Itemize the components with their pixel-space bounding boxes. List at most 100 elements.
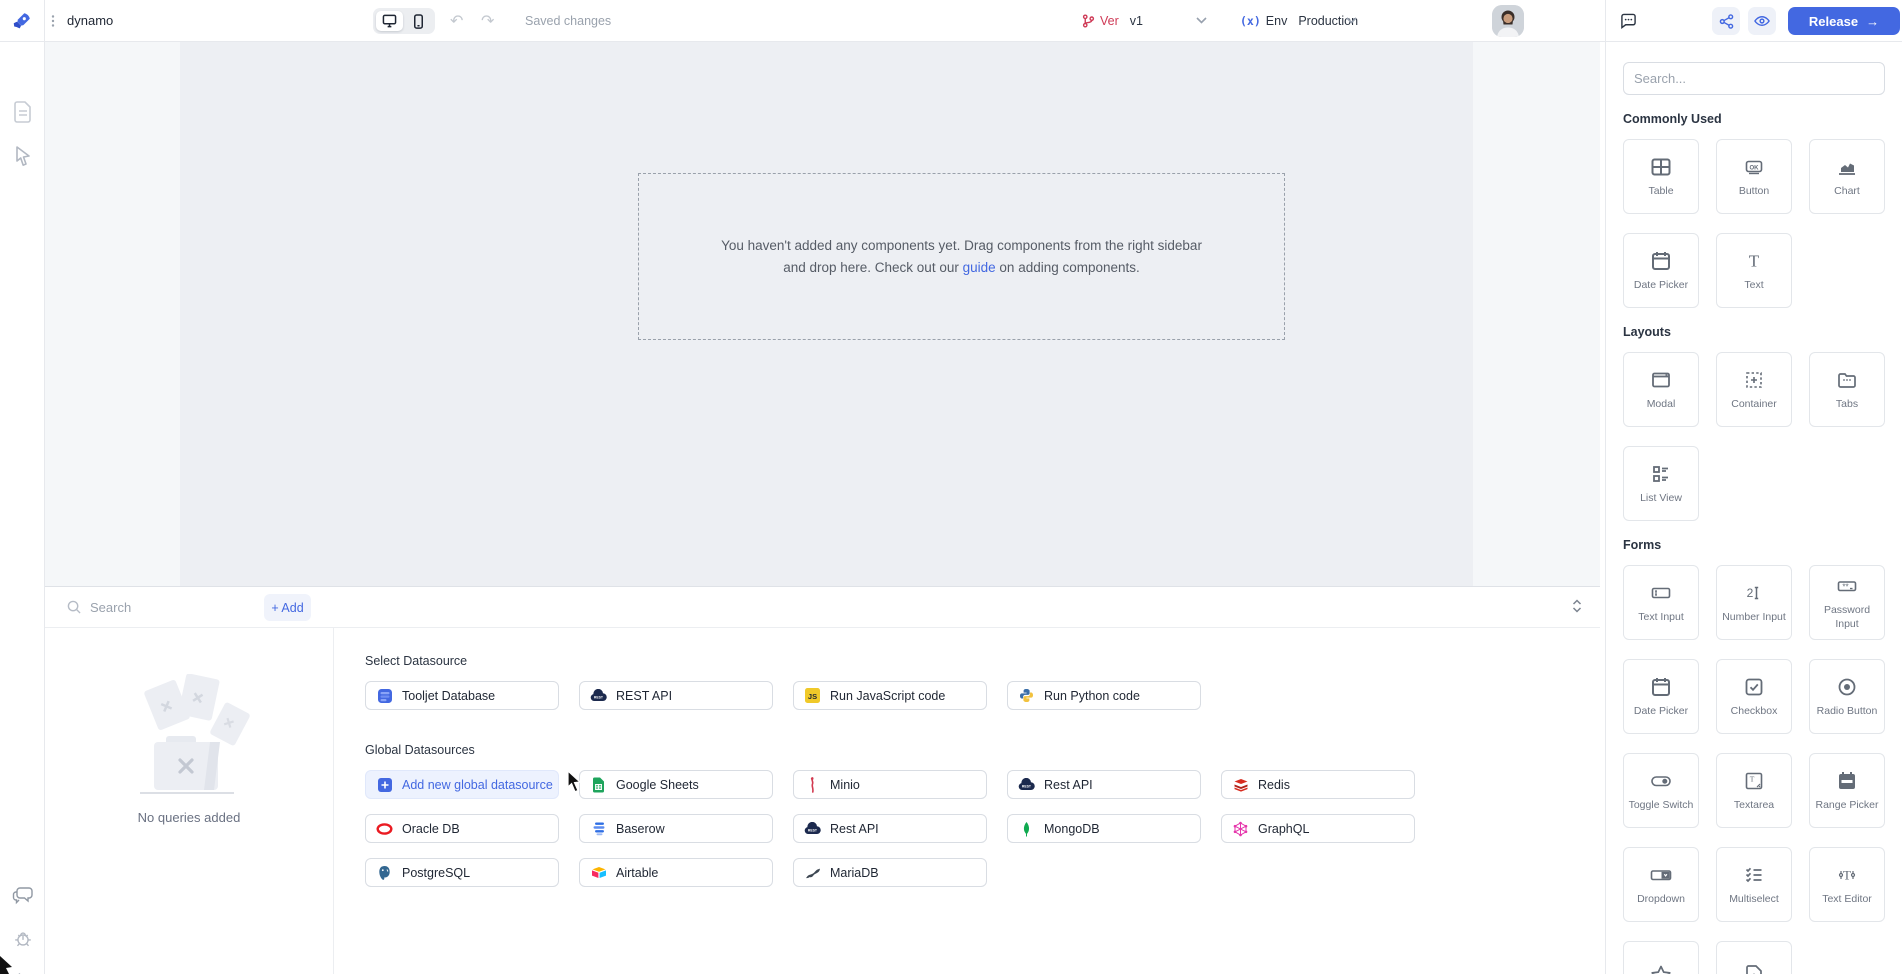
widget-label: Date Picker [1631, 705, 1691, 718]
widget-card-rating[interactable] [1623, 941, 1699, 974]
environment-selector[interactable]: (x) Env Production [1240, 0, 1358, 41]
datasource-label: Run JavaScript code [830, 689, 945, 703]
datasource-rest-api[interactable]: REST REST API [579, 681, 773, 710]
collapse-query-panel-icon[interactable] [1571, 598, 1583, 619]
desktop-layout-button[interactable] [376, 11, 403, 31]
datasource-label: Minio [830, 778, 860, 792]
dropdown-icon [1648, 863, 1674, 887]
container-icon [1742, 368, 1766, 392]
mobile-icon [413, 14, 424, 29]
widget-card-file-picker[interactable] [1716, 941, 1792, 974]
widget-card-list-view[interactable]: List View [1623, 446, 1699, 521]
no-queries-message: No queries added [138, 810, 241, 825]
version-chevron-down-icon[interactable] [1196, 0, 1207, 41]
env-code-icon: (x) [1240, 14, 1261, 28]
widget-card-range-picker[interactable]: Range Picker [1809, 753, 1885, 828]
widget-grid-layouts: Modal Container Tabs List View [1623, 352, 1885, 521]
listview-icon [1649, 462, 1673, 486]
app-canvas[interactable]: You haven't added any components yet. Dr… [180, 42, 1473, 586]
widget-card-text[interactable]: T Text [1716, 233, 1792, 308]
widget-card-dropdown[interactable]: Dropdown [1623, 847, 1699, 922]
datasource-oracle-db[interactable]: Oracle DB [365, 814, 559, 843]
widget-card-number-input[interactable]: 2 Number Input [1716, 565, 1792, 640]
widget-card-container[interactable]: Container [1716, 352, 1792, 427]
datasource-minio[interactable]: Minio [793, 770, 987, 799]
version-value: v1 [1130, 14, 1143, 28]
widget-card-checkbox[interactable]: Checkbox [1716, 659, 1792, 734]
add-global-datasource-button[interactable]: Add new global datasource [365, 770, 559, 799]
query-search[interactable] [67, 587, 210, 627]
tooljet-logo[interactable] [0, 0, 45, 41]
release-label: Release [1809, 14, 1858, 29]
datasource-tooljet-database[interactable]: Tooljet Database [365, 681, 559, 710]
select-datasource-row: Tooljet Database REST REST API JS Run Ja… [365, 681, 1600, 710]
widget-card-chart[interactable]: Chart [1809, 139, 1885, 214]
tooljet-db-icon [376, 687, 393, 704]
widget-card-password-input[interactable]: ** Password Input [1809, 565, 1885, 640]
app-menu-kebab-icon[interactable] [47, 0, 59, 41]
widget-card-textarea[interactable]: T Textarea [1716, 753, 1792, 828]
guide-link[interactable]: guide [963, 260, 996, 275]
datasource-airtable[interactable]: Airtable [579, 858, 773, 887]
empty-queries-illustration [114, 674, 264, 802]
widget-card-table[interactable]: Table [1623, 139, 1699, 214]
query-search-input[interactable] [90, 600, 210, 615]
release-button[interactable]: Release → [1788, 7, 1900, 35]
comments-toggle-button[interactable] [0, 884, 45, 908]
global-datasource-row-2: Oracle DB Baserow REST Rest API MongoDB … [365, 814, 1600, 843]
pages-button[interactable] [0, 100, 45, 124]
widget-card-toggle-switch[interactable]: Toggle Switch [1623, 753, 1699, 828]
widget-card-date-picker-form[interactable]: Date Picker [1623, 659, 1699, 734]
datasource-mongodb[interactable]: MongoDB [1007, 814, 1201, 843]
datasource-redis[interactable]: Redis [1221, 770, 1415, 799]
datasource-label: GraphQL [1258, 822, 1309, 836]
mobile-layout-button[interactable] [405, 11, 432, 31]
widget-grid-commonly-used: Table OK Button Chart Date Picker T Text [1623, 139, 1885, 308]
datepicker-icon [1649, 249, 1673, 273]
global-datasource-row-3: PostgreSQL Airtable MariaDB [365, 858, 1600, 887]
add-query-button[interactable]: + Add [264, 594, 311, 621]
datepicker-icon [1649, 675, 1673, 699]
datasource-baserow[interactable]: Baserow [579, 814, 773, 843]
textinput-icon [1649, 581, 1673, 605]
datasource-mariadb[interactable]: MariaDB [793, 858, 987, 887]
datasource-google-sheets[interactable]: Google Sheets [579, 770, 773, 799]
arrow-right-icon: → [1866, 14, 1879, 29]
datasource-run-javascript[interactable]: JS Run JavaScript code [793, 681, 987, 710]
widget-card-radio-button[interactable]: Radio Button [1809, 659, 1885, 734]
widget-card-date-picker[interactable]: Date Picker [1623, 233, 1699, 308]
widget-card-tabs[interactable]: Tabs [1809, 352, 1885, 427]
inspector-button[interactable] [0, 145, 45, 167]
version-label: Ver [1100, 14, 1119, 28]
share-button[interactable] [1712, 7, 1740, 35]
widget-search-input[interactable] [1623, 62, 1885, 95]
checkbox-icon [1742, 675, 1766, 699]
query-list-panel: No queries added [45, 628, 334, 974]
datasource-label: Baserow [616, 822, 665, 836]
user-avatar[interactable] [1492, 5, 1524, 37]
empty-message-line1: You haven't added any components yet. Dr… [721, 238, 1202, 253]
widget-card-multiselect[interactable]: Multiselect [1716, 847, 1792, 922]
debugger-button[interactable] [0, 928, 45, 950]
widget-card-text-input[interactable]: Text Input [1623, 565, 1699, 640]
datasource-rest-api-global[interactable]: REST Rest API [1007, 770, 1201, 799]
datasource-run-python[interactable]: Run Python code [1007, 681, 1201, 710]
widget-card-button[interactable]: OK Button [1716, 139, 1792, 214]
comments-button[interactable] [1620, 0, 1637, 41]
redo-button[interactable]: ↷ [481, 0, 494, 41]
widget-label: Textarea [1731, 799, 1777, 812]
rest-api-icon: REST [804, 820, 821, 837]
datasource-graphql[interactable]: GraphQL [1221, 814, 1415, 843]
canvas-empty-state: You haven't added any components yet. Dr… [638, 173, 1285, 340]
datasource-postgresql[interactable]: PostgreSQL [365, 858, 559, 887]
global-datasource-row-1: Add new global datasource Google Sheets … [365, 770, 1600, 799]
datasource-rest-api-global-2[interactable]: REST Rest API [793, 814, 987, 843]
environment-chevron-down-icon[interactable] [1346, 0, 1357, 41]
dark-mode-toggle[interactable] [0, 970, 45, 974]
preview-button[interactable] [1748, 7, 1776, 35]
widget-card-modal[interactable]: Modal [1623, 352, 1699, 427]
undo-button[interactable]: ↶ [450, 0, 463, 41]
version-selector[interactable]: Ver v1 [1082, 0, 1143, 41]
widget-card-text-editor[interactable]: T Text Editor [1809, 847, 1885, 922]
widget-label: Password Input [1810, 604, 1884, 630]
